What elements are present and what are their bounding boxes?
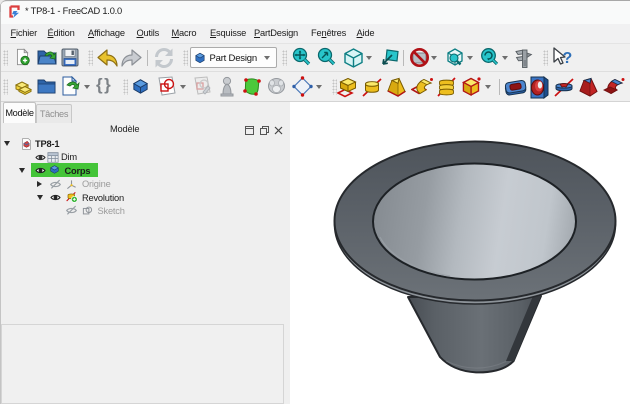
svg-text:?: ?	[563, 50, 573, 67]
